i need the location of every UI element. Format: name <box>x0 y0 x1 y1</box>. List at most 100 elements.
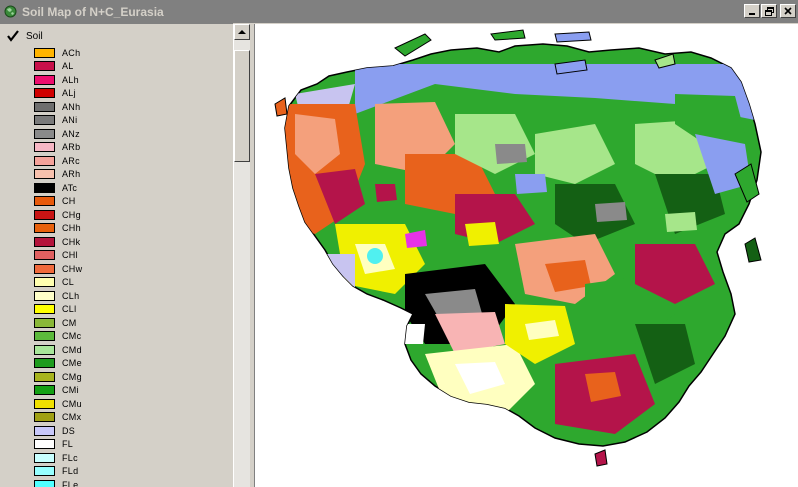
legend-item[interactable]: CMi <box>34 384 224 398</box>
legend-swatch[interactable] <box>34 236 55 247</box>
legend-item[interactable]: CHl <box>34 249 224 263</box>
legend-item[interactable]: CLh <box>34 289 224 303</box>
legend-swatch[interactable] <box>34 452 55 463</box>
legend-item[interactable]: CMx <box>34 411 224 425</box>
layer-name: Soil <box>26 30 43 42</box>
legend-label: ANi <box>62 115 78 126</box>
legend-item[interactable]: DS <box>34 424 224 438</box>
legend-item[interactable]: ATc <box>34 181 224 195</box>
legend-swatch[interactable] <box>34 277 55 288</box>
legend-swatch[interactable] <box>34 290 55 301</box>
legend-swatch[interactable] <box>34 142 55 153</box>
legend-label: ANz <box>62 128 80 139</box>
title-bar[interactable]: Soil Map of N+C_Eurasia <box>0 0 798 23</box>
legend-swatch[interactable] <box>34 47 55 58</box>
legend-label: FL <box>62 439 74 450</box>
legend-swatch[interactable] <box>34 466 55 477</box>
legend-swatch[interactable] <box>34 115 55 126</box>
legend-item[interactable]: CM <box>34 316 224 330</box>
legend-label: CMc <box>62 331 82 342</box>
legend-swatch[interactable] <box>34 304 55 315</box>
scroll-up-button[interactable] <box>234 24 250 40</box>
legend-swatch[interactable] <box>34 196 55 207</box>
legend-swatch[interactable] <box>34 371 55 382</box>
legend-swatch[interactable] <box>34 182 55 193</box>
legend-swatch[interactable] <box>34 385 55 396</box>
legend-swatch[interactable] <box>34 412 55 423</box>
legend-label: CHk <box>62 236 81 247</box>
legend-swatch[interactable] <box>34 317 55 328</box>
legend-swatch[interactable] <box>34 74 55 85</box>
legend-label: CMe <box>62 358 82 369</box>
legend-item[interactable]: ANi <box>34 114 224 128</box>
legend-swatch[interactable] <box>34 250 55 261</box>
map-window: Soil Map of N+C_Eurasia Soil ACh AL ALh … <box>0 0 798 487</box>
legend-item[interactable]: FLd <box>34 465 224 479</box>
legend-swatch[interactable] <box>34 169 55 180</box>
layer-visibility-checkbox[interactable] <box>6 29 20 43</box>
legend-item[interactable]: AL <box>34 60 224 74</box>
legend-label: CMg <box>62 371 82 382</box>
legend-swatch[interactable] <box>34 155 55 166</box>
legend-item[interactable]: CHg <box>34 208 224 222</box>
legend-item[interactable]: CHk <box>34 235 224 249</box>
legend-swatch[interactable] <box>34 88 55 99</box>
legend-swatch[interactable] <box>34 398 55 409</box>
legend-label: CHl <box>62 250 78 261</box>
legend-label: CMi <box>62 385 79 396</box>
legend-item[interactable]: CMd <box>34 343 224 357</box>
legend-swatch[interactable] <box>34 128 55 139</box>
legend-item[interactable]: ARh <box>34 168 224 182</box>
layer-row-soil[interactable]: Soil <box>6 28 43 44</box>
minimize-button[interactable] <box>744 4 760 18</box>
legend-item[interactable]: ANz <box>34 127 224 141</box>
legend-item[interactable]: FLe <box>34 478 224 487</box>
legend-label: ARh <box>62 169 81 180</box>
legend-item[interactable]: FLc <box>34 451 224 465</box>
legend-swatch[interactable] <box>34 101 55 112</box>
close-icon <box>784 7 792 15</box>
legend-label: FLd <box>62 466 79 477</box>
legend-item[interactable]: CMc <box>34 330 224 344</box>
legend-label: DS <box>62 425 76 436</box>
legend-label: ACh <box>62 47 81 58</box>
legend-item[interactable]: ARb <box>34 141 224 155</box>
legend-swatch[interactable] <box>34 61 55 72</box>
legend-item[interactable]: FL <box>34 438 224 452</box>
legend-swatch[interactable] <box>34 439 55 450</box>
map-view[interactable] <box>254 24 798 487</box>
legend-item[interactable]: CMu <box>34 397 224 411</box>
legend-item[interactable]: ANh <box>34 100 224 114</box>
legend-label: ATc <box>62 182 78 193</box>
legend-item[interactable]: CH <box>34 195 224 209</box>
legend-swatch[interactable] <box>34 331 55 342</box>
legend-item[interactable]: CMg <box>34 370 224 384</box>
legend-item[interactable]: CLl <box>34 303 224 317</box>
scroll-thumb[interactable] <box>234 50 250 162</box>
legend-item[interactable]: ALh <box>34 73 224 87</box>
legend-label: FLc <box>62 452 78 463</box>
maximize-button[interactable] <box>761 4 777 18</box>
legend: ACh AL ALh ALj ANh ANi ANz ARb ARc ARh ATc CH CHg CHh… <box>34 46 224 487</box>
legend-swatch[interactable] <box>34 425 55 436</box>
toc-scrollbar[interactable] <box>233 24 250 487</box>
close-button[interactable] <box>780 4 796 18</box>
legend-swatch[interactable] <box>34 358 55 369</box>
legend-swatch[interactable] <box>34 479 55 487</box>
legend-item[interactable]: ALj <box>34 87 224 101</box>
legend-item[interactable]: ACh <box>34 46 224 60</box>
legend-swatch[interactable] <box>34 344 55 355</box>
arrow-up-icon <box>238 30 246 34</box>
legend-label: CHh <box>62 223 81 234</box>
legend-item[interactable]: CHw <box>34 262 224 276</box>
legend-item[interactable]: ARc <box>34 154 224 168</box>
legend-item[interactable]: CHh <box>34 222 224 236</box>
legend-swatch[interactable] <box>34 263 55 274</box>
soil-map <box>274 29 762 467</box>
legend-swatch[interactable] <box>34 223 55 234</box>
legend-swatch[interactable] <box>34 209 55 220</box>
table-of-contents: Soil ACh AL ALh ALj ANh ANi ANz ARb ARc ARh ATc CH C… <box>0 23 233 487</box>
legend-label: CH <box>62 196 76 207</box>
legend-item[interactable]: CMe <box>34 357 224 371</box>
legend-item[interactable]: CL <box>34 276 224 290</box>
